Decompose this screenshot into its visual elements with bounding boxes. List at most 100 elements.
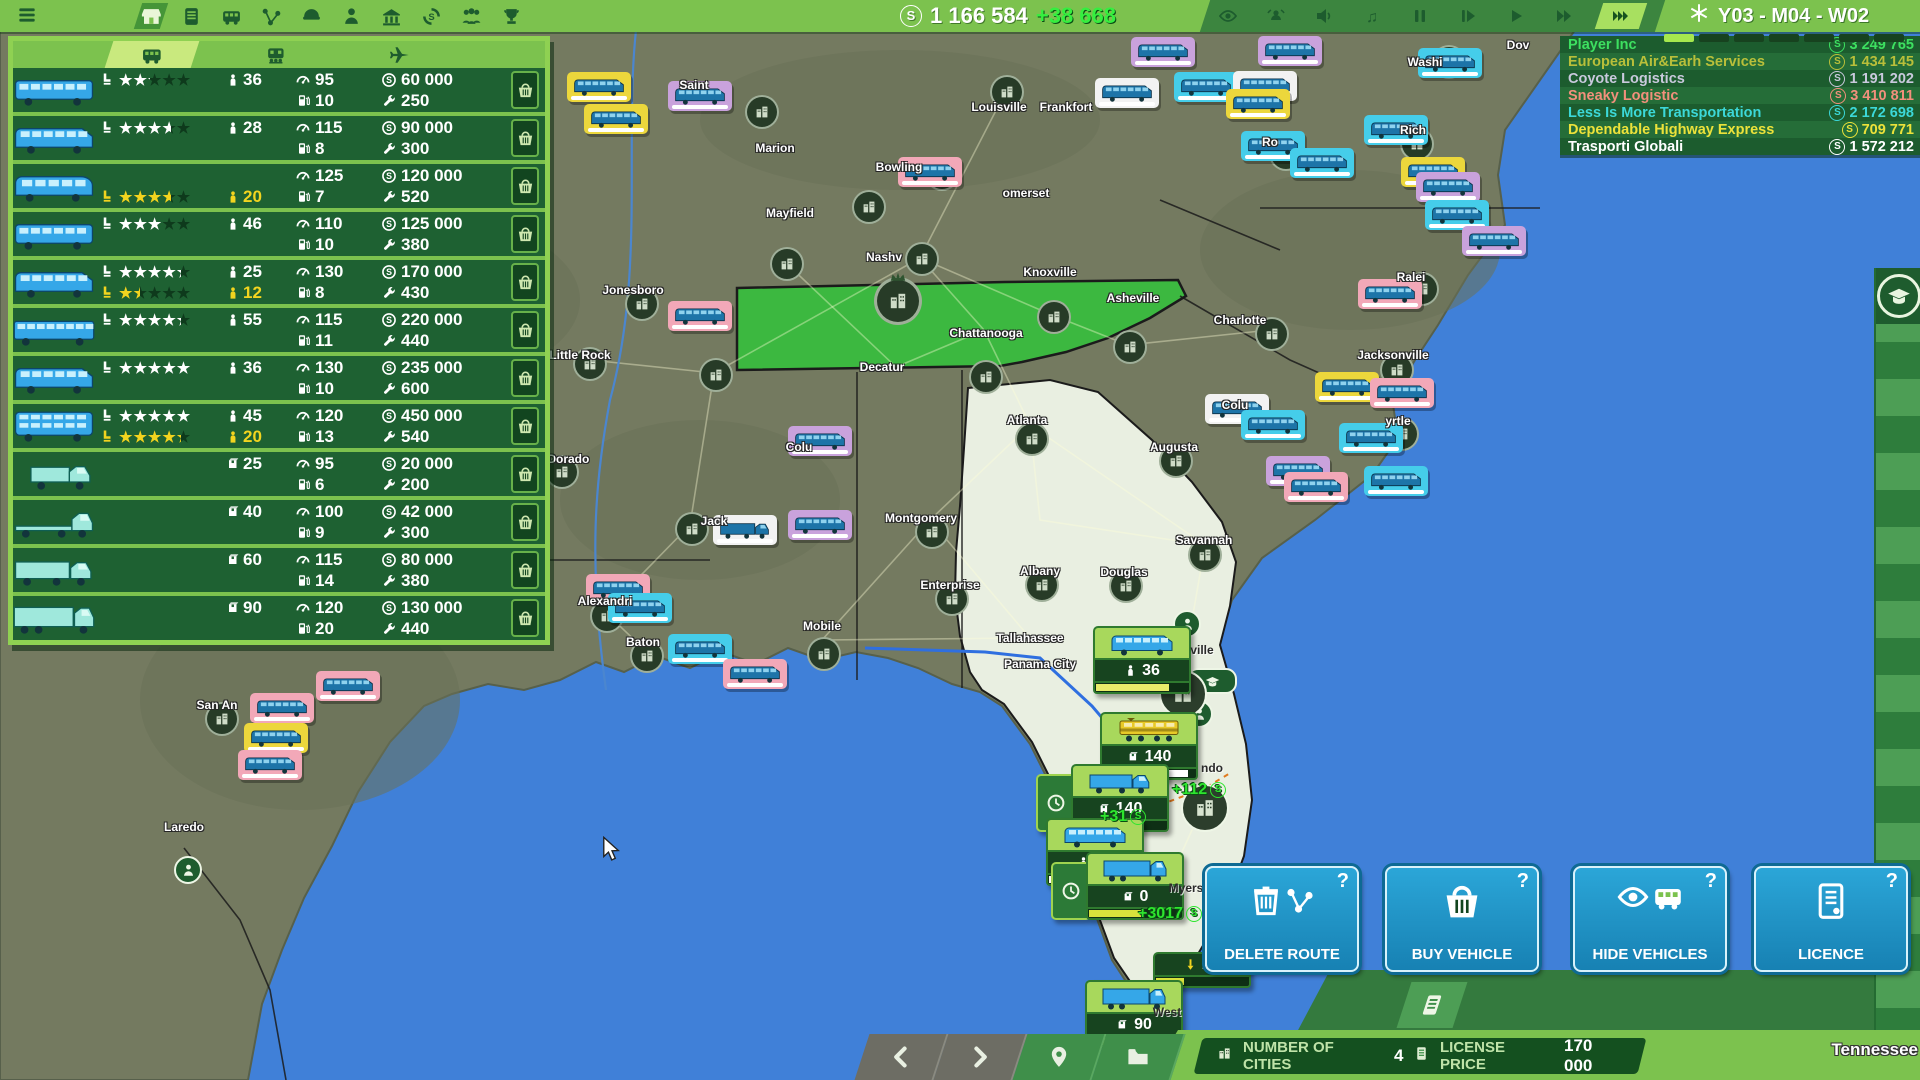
- toolbar-competitors-button[interactable]: [458, 3, 484, 29]
- playback-step-forward-button[interactable]: [1455, 3, 1481, 29]
- competitor-depot[interactable]: [1284, 472, 1348, 502]
- leaderboard-row[interactable]: Coyote LogisticsS1 191 202: [1560, 70, 1920, 87]
- shop-row[interactable]: 2595S20 0006200: [13, 452, 545, 500]
- shop-row[interactable]: ★★★★★★★★★★25130S170 000★★★★★★★★★★128430: [13, 260, 545, 308]
- competitor-depot[interactable]: [1226, 89, 1290, 119]
- competitor-depot[interactable]: [1131, 37, 1195, 67]
- help-icon[interactable]: ?: [1886, 870, 1898, 893]
- shop-tab-bus[interactable]: [105, 41, 200, 68]
- hide-vehicles-button[interactable]: ?HIDE VEHICLES: [1573, 866, 1727, 972]
- playback-competitor-view-button[interactable]: [1263, 3, 1289, 29]
- nav-chevron-left-button[interactable]: [855, 1034, 949, 1080]
- buy-vehicle-row-button[interactable]: [511, 263, 539, 301]
- leaderboard-row[interactable]: Dependable Highway ExpressS709 771: [1560, 121, 1920, 138]
- buy-vehicle-row-button[interactable]: [511, 311, 539, 349]
- shop-row[interactable]: 125S120 000★★★★★★★★★★207520: [13, 164, 545, 212]
- buy-vehicle-row-button[interactable]: [511, 407, 539, 445]
- shop-row[interactable]: 90120S130 00020440: [13, 596, 545, 640]
- city-marker[interactable]: [1037, 300, 1071, 334]
- buy-vehicle-row-button[interactable]: [511, 71, 539, 109]
- buy-vehicle-row-button[interactable]: [511, 359, 539, 397]
- buy-vehicle-row-button[interactable]: [511, 599, 539, 637]
- shop-row[interactable]: ★★★★★★★★★★45120S450 000★★★★★★★★★★2013540: [13, 404, 545, 452]
- competitor-depot[interactable]: [316, 671, 380, 701]
- shop-row[interactable]: ★★★★★★★★★★55115S220 00011440: [13, 308, 545, 356]
- shop-row[interactable]: 40100S42 0009300: [13, 500, 545, 548]
- toolbar-bus-button[interactable]: [218, 3, 244, 29]
- city-marker[interactable]: [1015, 422, 1049, 456]
- city-marker[interactable]: [969, 360, 1003, 394]
- buy-vehicle-row-button[interactable]: [511, 551, 539, 589]
- nav-chevron-right-button[interactable]: [934, 1034, 1028, 1080]
- toolbar-finances-button[interactable]: S: [418, 3, 444, 29]
- leaderboard-row[interactable]: Sneaky LogisticS3 410 811: [1560, 87, 1920, 104]
- competitor-depot[interactable]: [238, 750, 302, 780]
- competitor-depot[interactable]: [567, 72, 631, 102]
- city-marker[interactable]: [807, 637, 841, 671]
- toolbar-bank-button[interactable]: [378, 3, 404, 29]
- menu-icon[interactable]: [16, 4, 38, 31]
- city-marker[interactable]: [1113, 330, 1147, 364]
- city-marker[interactable]: [745, 95, 779, 129]
- toolbar-driver-button[interactable]: [298, 3, 324, 29]
- leaderboard-row[interactable]: Less Is More TransportationS2 172 698: [1560, 104, 1920, 121]
- playback-visibility-button[interactable]: [1215, 3, 1241, 29]
- competitor-depot[interactable]: [668, 301, 732, 331]
- competitor-depot[interactable]: [668, 634, 732, 664]
- toolbar-store-button[interactable]: [134, 3, 168, 29]
- competitor-depot[interactable]: [1290, 148, 1354, 178]
- toolbar-routes-button[interactable]: [258, 3, 284, 29]
- shop-row[interactable]: ★★★★★★★★★★36130S235 00010600: [13, 356, 545, 404]
- playback-music-button[interactable]: ♫: [1359, 3, 1385, 29]
- leaderboard-row[interactable]: European Air&Earh ServicesS1 434 145: [1560, 53, 1920, 70]
- competitor-depot[interactable]: [584, 104, 648, 134]
- leaderboard-row[interactable]: Trasporti GlobaliS1 572 212: [1560, 138, 1920, 155]
- route-vehicle-badge[interactable]: 36: [1093, 626, 1191, 694]
- city-marker[interactable]: [905, 242, 939, 276]
- help-icon[interactable]: ?: [1337, 870, 1349, 893]
- help-icon[interactable]: ?: [1517, 870, 1529, 893]
- competitor-depot[interactable]: [250, 693, 314, 723]
- buy-vehicle-button[interactable]: ?BUY VEHICLE: [1385, 866, 1539, 972]
- buy-vehicle-row-button[interactable]: [511, 119, 539, 157]
- delete-route-button[interactable]: ?DELETE ROUTE: [1205, 866, 1359, 972]
- competitor-depot[interactable]: [1241, 410, 1305, 440]
- competitor-depot[interactable]: [788, 510, 852, 540]
- nav-location-pin-button[interactable]: [1013, 1034, 1107, 1080]
- competitor-depot[interactable]: [1462, 226, 1526, 256]
- shop-tab-train[interactable]: [229, 41, 324, 68]
- competitor-depot[interactable]: [723, 659, 787, 689]
- competitor-depot[interactable]: [1364, 466, 1428, 496]
- toolbar-awards-button[interactable]: [498, 3, 524, 29]
- shop-tab-plane[interactable]: [353, 41, 448, 68]
- competitor-depot[interactable]: [1416, 172, 1480, 202]
- playback-fastest-forward-button[interactable]: [1595, 3, 1647, 29]
- research-slot[interactable]: [1876, 268, 1920, 324]
- city-marker[interactable]: [699, 358, 733, 392]
- playback-sound-button[interactable]: [1311, 3, 1337, 29]
- city-marker[interactable]: [852, 190, 886, 224]
- city-marker[interactable]: [770, 247, 804, 281]
- playback-pause-button[interactable]: [1407, 3, 1433, 29]
- shop-row[interactable]: ★★★★★★★★★★46110S125 00010380: [13, 212, 545, 260]
- licence-button[interactable]: ?LICENCE: [1754, 866, 1908, 972]
- poi-person[interactable]: [174, 856, 202, 884]
- capital-city-marker[interactable]: [874, 277, 922, 325]
- competitor-depot[interactable]: [1370, 378, 1434, 408]
- nav-folder-button[interactable]: [1092, 1034, 1186, 1080]
- playback-play-button[interactable]: [1503, 3, 1529, 29]
- shop-row[interactable]: ★★★★★★★★★★28115S90 0008300: [13, 116, 545, 164]
- buy-vehicle-row-button[interactable]: [511, 455, 539, 493]
- buy-vehicle-row-button[interactable]: [511, 503, 539, 541]
- shop-row[interactable]: 60115S80 00014380: [13, 548, 545, 596]
- toolbar-staff-button[interactable]: [338, 3, 364, 29]
- buy-vehicle-row-button[interactable]: [511, 215, 539, 253]
- shop-row[interactable]: ★★★★★★★★★★3695S60 00010250: [13, 68, 545, 116]
- competitor-depot[interactable]: [244, 723, 308, 753]
- competitor-depot[interactable]: [1095, 78, 1159, 108]
- help-icon[interactable]: ?: [1705, 870, 1717, 893]
- buy-vehicle-row-button[interactable]: [511, 167, 539, 205]
- playback-fast-forward-button[interactable]: [1551, 3, 1577, 29]
- competitor-depot[interactable]: [1258, 36, 1322, 66]
- toolbar-vehicle-list-button[interactable]: [178, 3, 204, 29]
